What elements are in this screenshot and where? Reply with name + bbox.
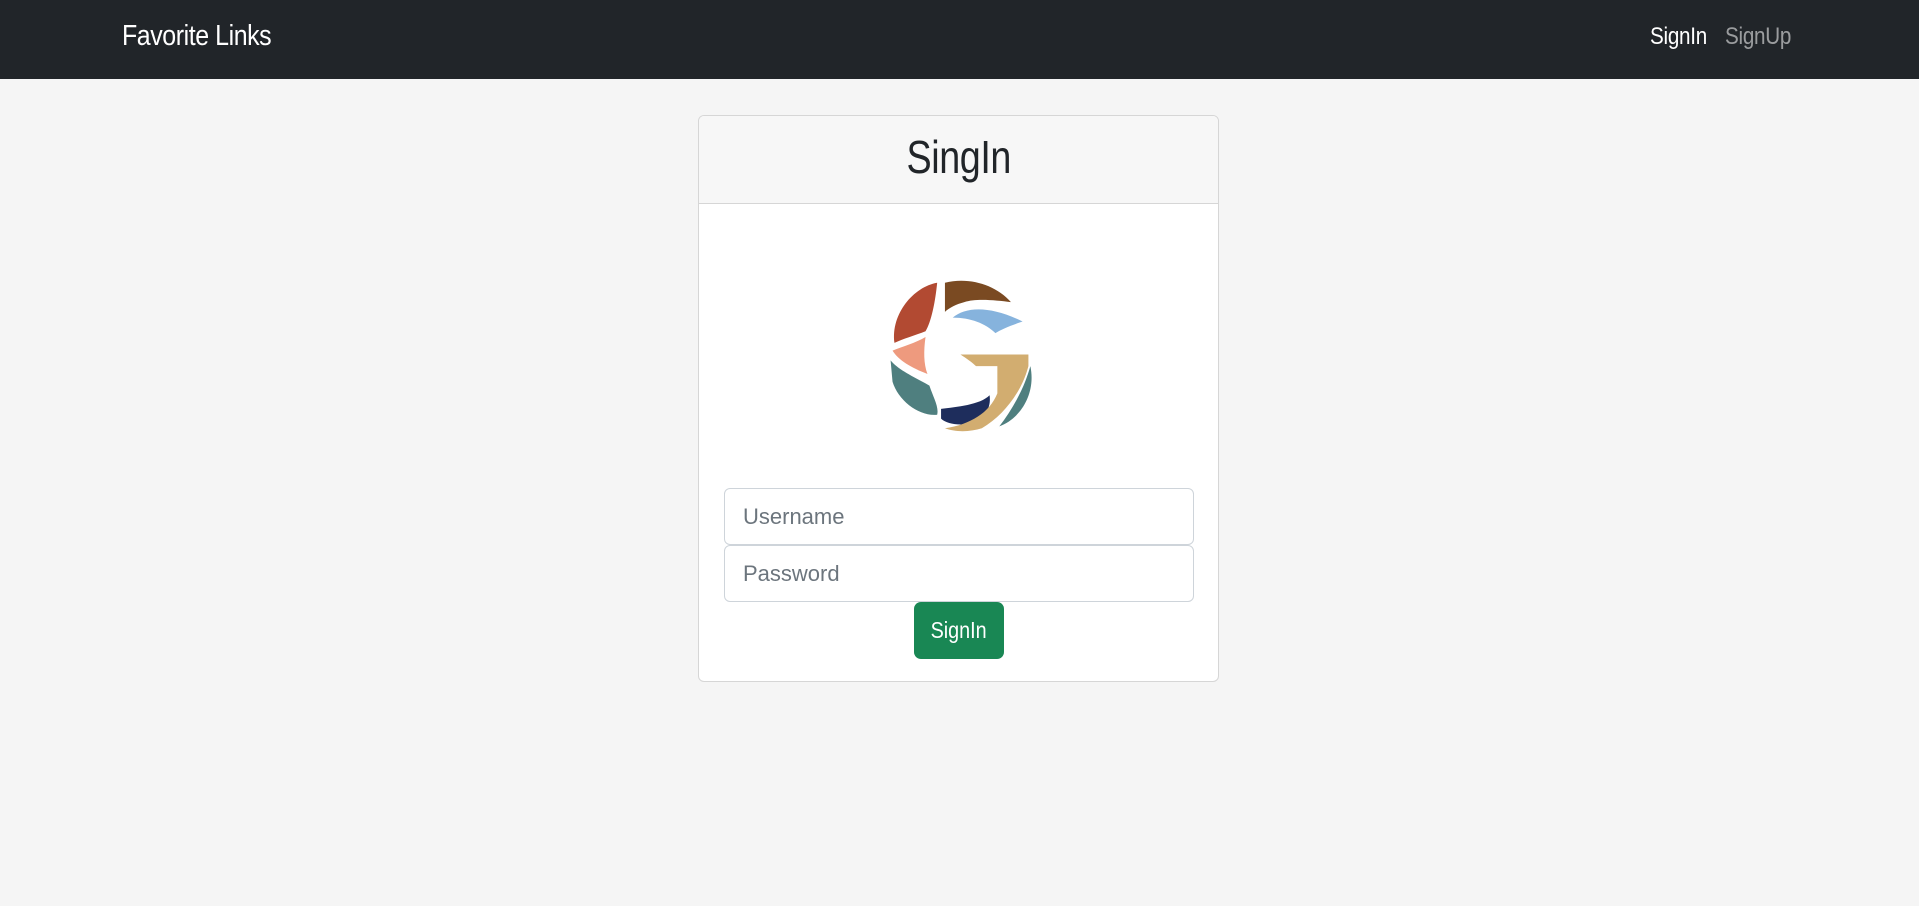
signin-button[interactable]: SignIn bbox=[914, 602, 1004, 659]
G-logo-icon bbox=[890, 280, 1032, 432]
username-field[interactable] bbox=[724, 488, 1194, 545]
brand-link[interactable]: Favorite Links bbox=[122, 20, 272, 53]
page-title: SingIn bbox=[906, 131, 1011, 183]
nav-signin-link[interactable]: SignIn bbox=[1650, 23, 1707, 51]
navbar: Favorite Links SignIn SignUp bbox=[0, 0, 1919, 79]
signin-card: SingIn SignIn bbox=[698, 115, 1219, 682]
nav-signup-link[interactable]: SignUp bbox=[1725, 23, 1791, 51]
card-header: SingIn bbox=[699, 116, 1218, 204]
password-field[interactable] bbox=[724, 545, 1194, 602]
